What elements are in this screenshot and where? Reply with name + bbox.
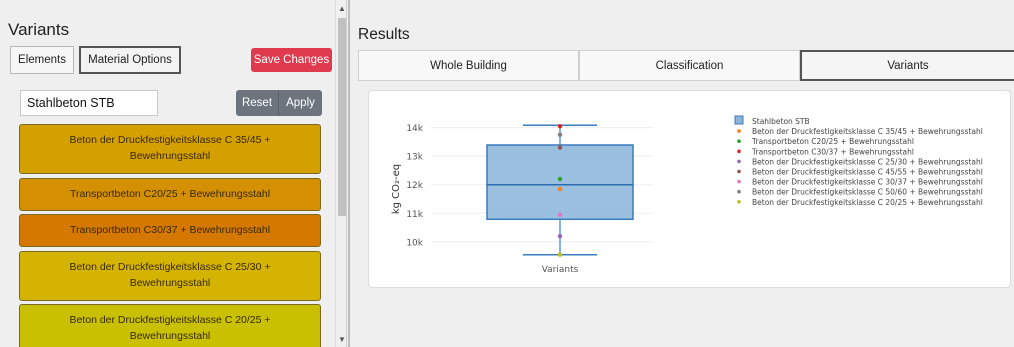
legend-label: Beton der Druckfestigkeitsklasse C 30/37…: [752, 178, 983, 187]
legend-label: Beton der Druckfestigkeitsklasse C 20/25…: [752, 198, 983, 207]
legend-label: Beton der Druckfestigkeitsklasse C 45/55…: [752, 168, 983, 177]
data-point: [557, 186, 563, 192]
scroll-up-icon[interactable]: ▲: [338, 4, 346, 13]
legend-label: Transportbeton C20/25 + Bewehrungsstahl: [751, 137, 914, 146]
reset-apply-group: Reset Apply: [236, 90, 322, 116]
y-tick-label: 13k: [406, 153, 423, 163]
legend-swatch-point: [737, 200, 741, 204]
tab-elements[interactable]: Elements: [10, 46, 74, 74]
material-item[interactable]: Beton der Druckfestigkeitsklasse C 25/30…: [19, 251, 321, 301]
legend-label: Transportbeton C30/37 + Bewehrungsstahl: [751, 147, 914, 156]
scroll-down-icon[interactable]: ▼: [338, 335, 346, 344]
save-changes-button[interactable]: Save Changes: [251, 48, 332, 72]
iqr-box: [486, 144, 634, 221]
material-item[interactable]: Transportbeton C30/37 + Bewehrungsstahl: [19, 214, 321, 247]
y-axis-label: kg CO₂-eq: [391, 164, 402, 214]
material-item[interactable]: Beton der Druckfestigkeitsklasse C 20/25…: [19, 304, 321, 347]
app-window: Variants Elements Material Options Save …: [0, 0, 1014, 347]
legend-swatch-point: [737, 169, 741, 174]
material-item-label: Beton der Druckfestigkeitsklasse C 20/25…: [69, 314, 271, 342]
left-scrollbar[interactable]: ▲ ▼: [335, 0, 346, 347]
data-point: [557, 252, 563, 257]
legend-swatch-point: [737, 129, 741, 133]
data-point: [557, 212, 563, 217]
tab-variants[interactable]: Variants: [800, 50, 1014, 81]
results-title: Results: [358, 26, 410, 43]
y-tick-label: 12k: [406, 181, 423, 191]
legend-swatch-point: [737, 149, 741, 154]
material-item-label: Beton der Druckfestigkeitsklasse C 25/30…: [69, 261, 271, 289]
data-point: [557, 132, 563, 137]
y-tick-label: 14k: [406, 124, 423, 134]
tab-classification[interactable]: Classification: [579, 50, 800, 81]
material-item[interactable]: Transportbeton C20/25 + Bewehrungsstahl: [19, 178, 321, 211]
legend-label: Beton der Druckfestigkeitsklasse C 50/60…: [752, 188, 983, 197]
data-point: [557, 233, 563, 239]
variants-panel: Variants Elements Material Options Save …: [0, 0, 347, 347]
data-point: [557, 176, 563, 182]
tab-whole-building[interactable]: Whole Building: [358, 50, 579, 81]
legend-swatch-point: [737, 159, 741, 164]
box-plot-chart: 10k 11k 12k 13k 14k kg CO₂-eq Variants Stahlbet…: [391, 115, 983, 275]
reset-button[interactable]: Reset: [236, 90, 279, 116]
y-tick-label: 11k: [406, 210, 423, 220]
legend-swatch-point: [737, 139, 741, 143]
material-select[interactable]: Stahlbeton STB: [20, 90, 158, 116]
material-item-label: Transportbeton C20/25 + Bewehrungsstahl: [69, 187, 271, 200]
legend-swatch-point: [737, 179, 741, 184]
chart-card: 10k 11k 12k 13k 14k kg CO₂-eq Variants Stahlbet…: [368, 90, 1011, 288]
results-panel: Results Whole Building Classification Va…: [348, 0, 1014, 347]
material-item[interactable]: Beton der Druckfestigkeitsklasse C 35/45…: [19, 124, 321, 174]
material-item-label: Beton der Druckfestigkeitsklasse C 35/45…: [69, 134, 271, 162]
legend-swatch-point: [737, 189, 741, 194]
y-tick-label: 10k: [406, 238, 423, 248]
apply-button[interactable]: Apply: [279, 90, 322, 116]
legend-label: Beton der Druckfestigkeitsklasse C 25/30…: [752, 157, 983, 166]
scroll-thumb[interactable]: [338, 18, 346, 216]
x-axis-label: Variants: [542, 265, 579, 275]
material-item-label: Transportbeton C30/37 + Bewehrungsstahl: [69, 223, 271, 236]
data-point: [557, 145, 563, 150]
data-point: [557, 123, 563, 129]
variants-title: Variants: [8, 20, 70, 39]
legend-swatch-box: [734, 115, 744, 125]
tab-material-options[interactable]: Material Options: [79, 46, 181, 74]
legend-label: Stahlbeton STB: [752, 117, 810, 126]
legend-label: Beton der Druckfestigkeitsklasse C 35/45…: [752, 127, 983, 136]
